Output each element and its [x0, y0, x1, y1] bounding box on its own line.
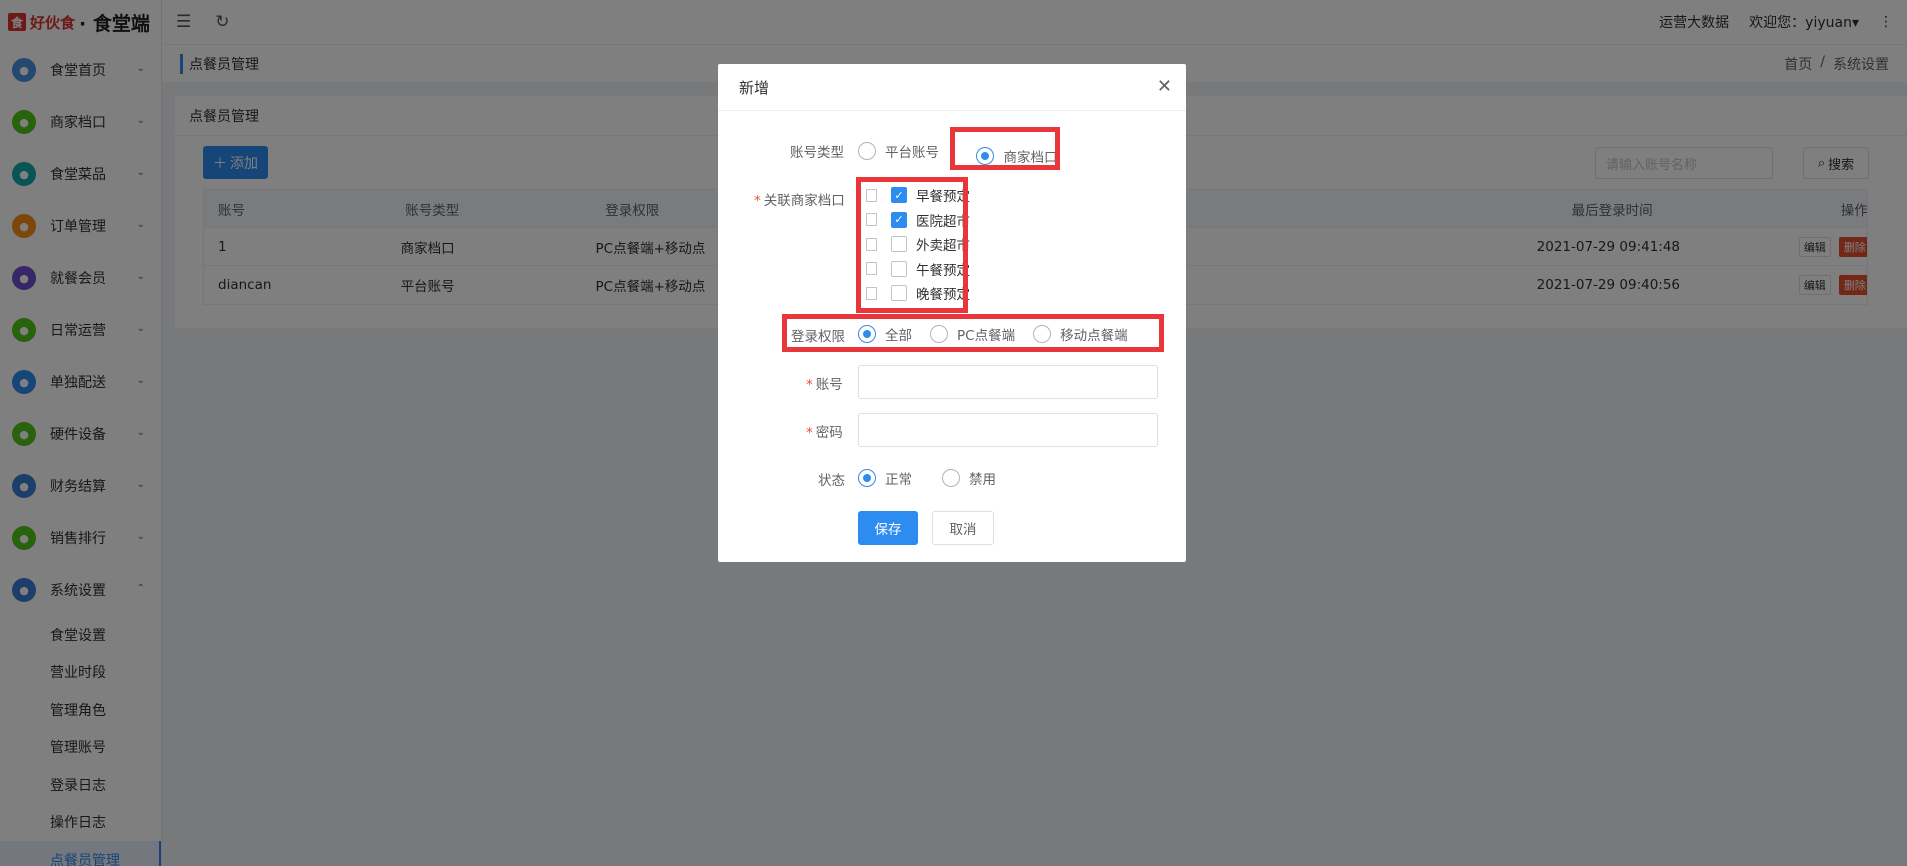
radio-status-normal[interactable]: 正常: [858, 468, 912, 488]
radio-circle-checked: [858, 469, 876, 487]
radio-platform-account[interactable]: 平台账号: [858, 141, 939, 161]
account-type-label: 账号类型: [790, 145, 844, 161]
radio-circle: [858, 142, 876, 160]
save-button[interactable]: 保存: [858, 511, 918, 545]
close-icon[interactable]: ✕: [1157, 76, 1172, 97]
status-label: 状态: [818, 473, 845, 489]
highlight-permission: [782, 314, 1164, 352]
account-input[interactable]: [858, 365, 1158, 399]
radio-status-disabled[interactable]: 禁用: [942, 468, 996, 488]
password-input[interactable]: [858, 413, 1158, 447]
account-label: * 账号: [806, 377, 843, 393]
highlight-account-type: [950, 127, 1060, 170]
dialog-title: 新增: [718, 64, 1186, 111]
cancel-button[interactable]: 取消: [932, 511, 994, 545]
highlight-stalls: [856, 177, 968, 313]
add-dialog: 新增 ✕ 账号类型 平台账号 商家档口 * 关联商家档口 ✓ 早餐预定 ✓ 医院超…: [718, 64, 1186, 562]
password-label: * 密码: [806, 425, 843, 441]
radio-circle: [942, 469, 960, 487]
stalls-label: * 关联商家档口: [754, 193, 845, 209]
status-group: 正常 禁用: [858, 468, 996, 488]
